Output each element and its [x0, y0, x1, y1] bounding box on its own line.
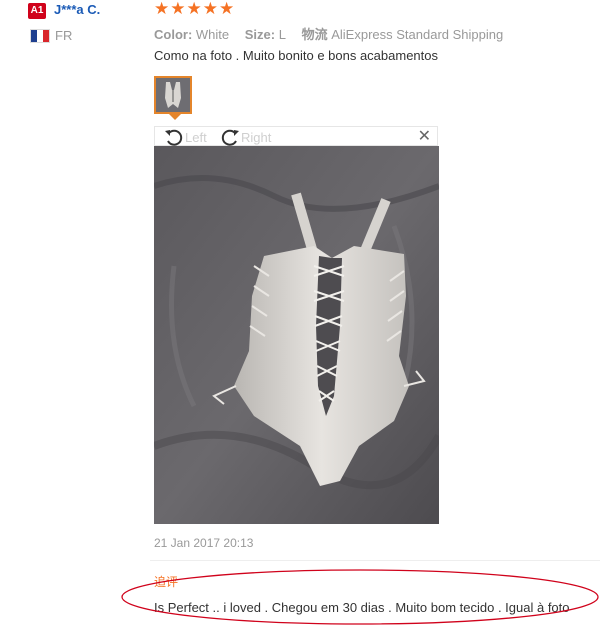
- shipping-attr-label: 物流: [301, 27, 328, 42]
- annotation-ellipse: [121, 569, 599, 625]
- rotate-left-label: Left: [185, 129, 207, 145]
- review-date: 21 Jan 2017 20:13: [154, 536, 254, 550]
- size-attr-value: L: [278, 27, 286, 42]
- rotate-left-icon: [165, 129, 183, 146]
- review-photo-thumbnail[interactable]: [154, 76, 192, 114]
- rotate-right-button[interactable]: Right: [219, 127, 271, 147]
- member-level-badge: A1: [28, 3, 46, 19]
- reviewer-country: FR: [55, 28, 73, 43]
- shipping-attr-value: AliExpress Standard Shipping: [331, 27, 504, 42]
- review-photo-large[interactable]: [154, 146, 439, 524]
- rotate-right-label: Right: [241, 129, 272, 145]
- swimsuit-thumbnail-image: [156, 78, 190, 112]
- divider: [150, 560, 600, 561]
- color-attr-label: Color:: [154, 27, 193, 42]
- close-icon[interactable]: ✕: [418, 128, 431, 146]
- review-text: Como na foto . Muito bonito e bons acaba…: [154, 48, 439, 63]
- order-attributes: Color: White Size: L 物流 AliExpress Stand…: [154, 24, 515, 43]
- rotate-right-icon: [221, 129, 239, 146]
- rotate-left-button[interactable]: Left: [163, 127, 207, 147]
- thumbnail-pointer: [169, 114, 181, 120]
- star-rating: ★★★★★: [154, 0, 236, 18]
- france-flag-icon: [30, 29, 50, 43]
- reviewer-name[interactable]: J***a C.: [54, 2, 100, 17]
- swimsuit-photo-image: [154, 146, 439, 524]
- size-attr-label: Size:: [244, 27, 276, 42]
- photo-viewer-toolbar: Left Right ✕: [154, 126, 438, 146]
- color-attr-value: White: [195, 27, 230, 42]
